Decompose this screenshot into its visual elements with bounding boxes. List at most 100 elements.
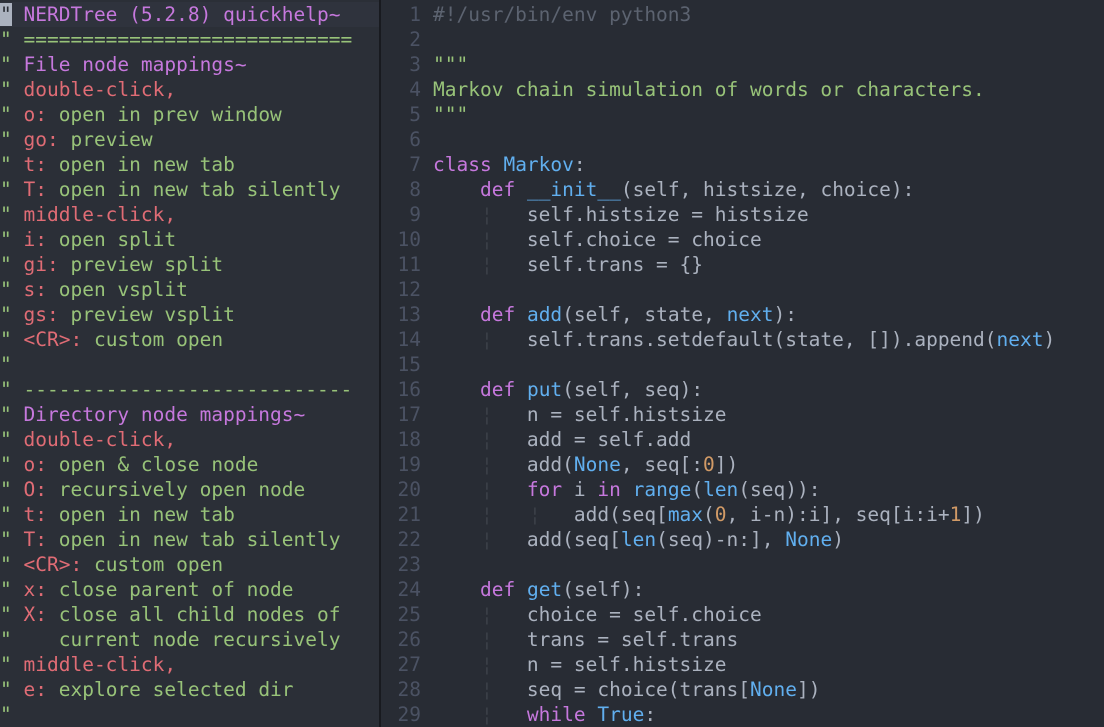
comment-marker: " [0,353,12,376]
line-number: 6 [409,128,421,151]
code-line[interactable]: 18 add = self.add ¦ [381,427,1104,452]
string: Markov chain simulation of words or char… [433,78,985,101]
builtin: max [667,503,704,526]
help-line[interactable]: " e: explore selected dir [0,677,379,702]
mapping-colon: : [35,678,59,701]
comment-marker: " [0,678,12,701]
help-line[interactable]: " X: close all child nodes of [0,602,379,627]
help-line[interactable]: " [0,352,379,377]
code-line[interactable]: 27 n = self.histsize ¦ [381,652,1104,677]
code-line[interactable]: 8 def __init__(self, histsize, choice): [381,177,1104,202]
mapping-desc: custom open [93,553,224,576]
help-mapping: o: open & close node [24,453,259,476]
help-line[interactable]: " File node mappings~ [0,52,379,77]
code-line[interactable]: 13 def add(self, state, next): [381,302,1104,327]
comment-marker: " [0,278,12,301]
help-line[interactable]: " T: open in new tab silently [0,527,379,552]
nerdtree-quickhelp-pane[interactable]: " NERDTree (5.2.8) quickhelp~ " =========… [0,0,379,727]
mapping-desc: preview vsplit [70,303,235,326]
help-line[interactable]: " t: open in new tab [0,152,379,177]
code-line[interactable]: 10 self.choice = choice ¦ [381,227,1104,252]
code-line[interactable]: 23 [381,552,1104,577]
help-line[interactable]: " gs: preview vsplit [0,302,379,327]
help-line[interactable]: " t: open in new tab [0,502,379,527]
mapping-key: go [23,128,47,151]
code-line[interactable]: 22 add(seq[len(seq)-n:], None) ¦ [381,527,1104,552]
code-line[interactable]: 2 [381,27,1104,52]
code-text: n = self.histsize [433,402,727,427]
code-line[interactable]: 15 [381,352,1104,377]
line-number: 9 [409,203,421,226]
code-line[interactable]: 29 while True: ¦ [381,702,1104,727]
help-line[interactable]: " ---------------------------- [0,377,379,402]
help-line[interactable]: " go: preview [0,127,379,152]
help-line[interactable]: " o: open in prev window [0,102,379,127]
comment-marker: " [0,703,12,726]
mapping-key: i [23,228,36,251]
code-line[interactable]: 4 Markov chain simulation of words or cha… [381,77,1104,102]
code-token: add( [433,453,574,476]
code-text: def add(self, state, next): [433,302,797,327]
code-token: ) [832,528,844,551]
code-token: ]) [961,503,985,526]
help-line[interactable]: " s: open vsplit [0,277,379,302]
code-line[interactable]: 17 n = self.histsize ¦ [381,402,1104,427]
help-line[interactable]: " double-click, [0,427,379,452]
code-line[interactable]: 16 def put(self, seq): [381,377,1104,402]
mapping-key: T [23,178,36,201]
code-token: add = self.add [433,428,692,451]
code-token: self.trans.setdefault(state, []).append( [433,328,997,351]
code-line[interactable]: 5 """ [381,102,1104,127]
help-line[interactable]: " x: close parent of node [0,577,379,602]
code-line[interactable]: 28 seq = choice(trans[None]) ¦ [381,677,1104,702]
code-line[interactable]: 24 def get(self): [381,577,1104,602]
editor-pane[interactable]: 1 #!/usr/bin/env python3 2 3 """ 4 Markov chai… [381,0,1104,727]
help-line[interactable]: " NERDTree (5.2.8) quickhelp~ [0,2,379,27]
code-line[interactable]: 7 class Markov: [381,152,1104,177]
code-line[interactable]: 25 choice = self.choice ¦ [381,602,1104,627]
code-line[interactable]: 11 self.trans = {} ¦ [381,252,1104,277]
code-line[interactable]: 19 add(None, seq[:0]) ¦ [381,452,1104,477]
code-line[interactable]: 26 trans = self.trans ¦ [381,627,1104,652]
mapping-desc: close parent of node [58,578,294,601]
help-line[interactable]: " gi: preview split [0,252,379,277]
code-line[interactable]: 3 """ [381,52,1104,77]
builtin: next [726,303,774,326]
help-mapping: e: explore selected dir [24,678,294,701]
code-line[interactable]: 6 [381,127,1104,152]
code-line[interactable]: 20 for i in range(len(seq)): ¦ [381,477,1104,502]
help-line[interactable]: " Directory node mappings~ [0,402,379,427]
help-line[interactable]: " current node recursively [0,627,379,652]
code-text: add(seq[max(0, i-n):i], seq[i:i+1]) [433,502,985,527]
help-line[interactable]: " T: open in new tab silently [0,177,379,202]
mapping-desc: preview [70,128,153,151]
help-line[interactable]: " o: open & close node [0,452,379,477]
code-line[interactable]: 1 #!/usr/bin/env python3 [381,2,1104,27]
help-line[interactable]: " i: open split [0,227,379,252]
keyword: while [526,703,586,726]
code-line[interactable]: 9 self.histsize = histsize ¦ [381,202,1104,227]
help-line[interactable]: " middle-click, [0,652,379,677]
help-line[interactable]: " double-click, [0,77,379,102]
code-text: #!/usr/bin/env python3 [433,2,691,27]
code-line[interactable]: 21 add(seq[max(0, i-n):i], seq[i:i+1]) ¦ ¦ [381,502,1104,527]
builtin: None [785,528,833,551]
code-token: n = self.histsize [433,403,727,426]
help-line[interactable]: " <CR>: custom open [0,552,379,577]
help-line[interactable]: " ============================ [0,27,379,52]
mapping-desc: open in new tab silently [58,178,341,201]
mapping-desc: open in new tab [58,153,235,176]
code-line[interactable]: 14 self.trans.setdefault(state, []).appe… [381,327,1104,352]
help-line[interactable]: " middle-click, [0,202,379,227]
mapping-desc: explore selected dir [58,678,294,701]
help-line[interactable]: " O: recursively open node [0,477,379,502]
help-line[interactable]: " [0,702,379,727]
help-line[interactable]: " <CR>: custom open [0,327,379,352]
code-line[interactable]: 12 [381,277,1104,302]
comment-marker: " [0,653,12,676]
code-text: while True: [433,702,656,727]
indent-guide: ¦ [481,703,493,726]
